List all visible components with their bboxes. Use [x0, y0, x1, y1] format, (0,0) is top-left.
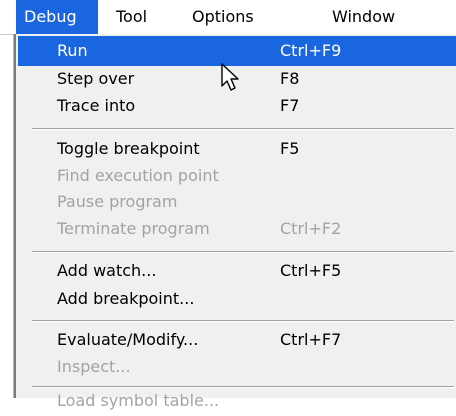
- menu-options-label: Options: [192, 7, 254, 26]
- menu-item-trace-into[interactable]: Trace into F7: [18, 91, 456, 121]
- mouse-pointer-icon: [221, 63, 239, 91]
- menu-separator: [32, 251, 454, 253]
- menu-item-label: Evaluate/Modify...: [57, 330, 199, 349]
- menu-item-shortcut: Ctrl+F2: [280, 219, 342, 238]
- menu-item-label: Pause program: [57, 192, 178, 211]
- menu-item-shortcut: F5: [280, 139, 300, 158]
- menu-item-label: Run: [57, 41, 88, 60]
- menu-item-label: Terminate program: [57, 219, 210, 238]
- menu-options[interactable]: Options: [182, 0, 264, 34]
- menu-item-label: Load symbol table...: [57, 391, 220, 410]
- menu-item-shortcut: Ctrl+F5: [280, 261, 342, 280]
- menu-item-label: Add breakpoint...: [57, 289, 195, 308]
- menu-item-toggle-breakpoint[interactable]: Toggle breakpoint F5: [18, 134, 456, 164]
- menu-item-inspect[interactable]: Inspect...: [18, 352, 456, 382]
- menu-tool-label: Tool: [116, 7, 148, 26]
- menu-item-shortcut: F7: [280, 96, 300, 115]
- menu-item-evaluate-modify[interactable]: Evaluate/Modify... Ctrl+F7: [18, 325, 456, 355]
- menu-item-label: Inspect...: [57, 357, 131, 376]
- menu-item-shortcut: F8: [280, 69, 300, 88]
- menu-separator: [32, 128, 454, 130]
- menu-separator: [32, 320, 454, 322]
- menu-debug-label: Debug: [24, 7, 77, 26]
- menu-window[interactable]: Window: [322, 0, 405, 34]
- menu-item-label: Toggle breakpoint: [57, 139, 200, 158]
- menu-item-label: Trace into: [57, 96, 136, 115]
- menu-item-label: Add watch...: [57, 261, 157, 280]
- menu-bar: Debug Tool Options Window: [0, 0, 456, 35]
- menu-item-shortcut: Ctrl+F7: [280, 330, 342, 349]
- menu-item-terminate-program[interactable]: Terminate program Ctrl+F2: [18, 214, 456, 244]
- menu-item-label: Step over: [57, 69, 135, 88]
- menu-item-add-watch[interactable]: Add watch... Ctrl+F5: [18, 256, 456, 286]
- menu-item-run[interactable]: Run Ctrl+F9: [18, 36, 456, 66]
- menu-debug[interactable]: Debug: [16, 0, 98, 34]
- menu-item-add-breakpoint[interactable]: Add breakpoint...: [18, 284, 456, 314]
- menu-item-pause-program[interactable]: Pause program: [18, 187, 456, 217]
- menu-tool[interactable]: Tool: [106, 0, 157, 34]
- menu-window-label: Window: [332, 7, 396, 26]
- menu-item-shortcut: Ctrl+F9: [280, 41, 342, 60]
